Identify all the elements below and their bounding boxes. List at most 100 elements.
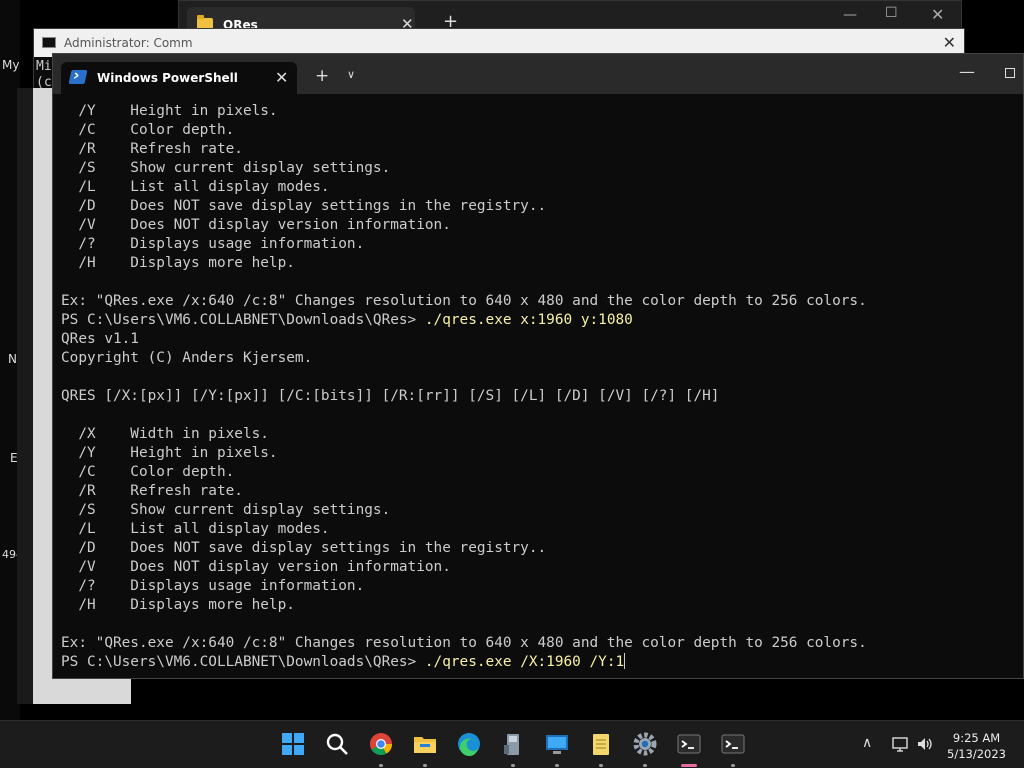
search-icon[interactable] [324, 731, 350, 757]
console-line: /C Color depth. [61, 121, 1015, 140]
command-text: ./qres.exe /X:1960 /Y:1 [424, 654, 625, 670]
console-text: Ex: "QRes.exe /x:640 /c:8" Changes resol… [61, 635, 867, 651]
admin-close-button[interactable]: ✕ [943, 33, 956, 52]
console-line: /Y Height in pixels. [61, 102, 1015, 121]
console-line: /S Show current display settings. [61, 159, 1015, 178]
prompt-line: PS C:\Users\VM6.COLLABNET\Downloads\QRes… [61, 311, 1015, 330]
console-line: /Y Height in pixels. [61, 444, 1015, 463]
minimize-button[interactable]: — [843, 7, 857, 23]
powershell-window[interactable]: Windows PowerShell ✕ + ∨ — /Y Height in … [52, 53, 1024, 679]
terminal-icon[interactable] [720, 731, 746, 757]
cmd-icon [42, 37, 56, 48]
console-text: QRes v1.1 [61, 331, 139, 347]
chevron-down-icon[interactable]: ∨ [347, 68, 355, 81]
clock-time: 9:25 AM [952, 731, 1001, 745]
console-line: QRes v1.1 [61, 330, 1015, 349]
console-line: /C Color depth. [61, 463, 1015, 482]
console-line: Ex: "QRes.exe /x:640 /c:8" Changes resol… [61, 292, 1015, 311]
console-line: /R Refresh rate. [61, 140, 1015, 159]
console-text: /D Does NOT save display settings in the… [61, 198, 547, 214]
running-indicator [599, 764, 603, 767]
console-line: /V Does NOT display version information. [61, 558, 1015, 577]
active-indicator [681, 764, 697, 767]
clock-date: 5/13/2023 [947, 747, 1006, 761]
remote-desktop-icon[interactable] [544, 731, 570, 757]
console-line: /V Does NOT display version information. [61, 216, 1015, 235]
console-line: /D Does NOT save display settings in the… [61, 197, 1015, 216]
device-icon[interactable] [500, 731, 526, 757]
console-line: /L List all display modes. [61, 520, 1015, 539]
file-explorer-icon[interactable] [412, 731, 438, 757]
running-indicator [643, 764, 647, 767]
edge-icon[interactable] [456, 731, 482, 757]
console-line: /D Does NOT save display settings in the… [61, 539, 1015, 558]
console-text: /Y Height in pixels. [61, 103, 278, 119]
console-text: /V Does NOT display version information. [61, 559, 451, 575]
console-line: /? Displays usage information. [61, 235, 1015, 254]
taskbar: ∧ 9:25 AM 5/13/2023 [0, 720, 1024, 768]
new-tab-button[interactable]: + [315, 66, 329, 86]
desktop-icon-label: My [2, 58, 20, 72]
console-text: Ex: "QRes.exe /x:640 /c:8" Changes resol… [61, 293, 867, 309]
notepad-icon[interactable] [588, 731, 614, 757]
tab-windows-powershell[interactable]: Windows PowerShell ✕ [61, 62, 297, 94]
settings-icon[interactable] [632, 731, 658, 757]
minimize-button[interactable]: — [959, 62, 975, 81]
desktop-icon-label: N [8, 352, 17, 366]
console-text: QRES [/X:[px]] [/Y:[px]] [/C:[bits]] [/R… [61, 388, 720, 404]
console-text: Copyright (C) Anders Kjersem. [61, 350, 313, 366]
system-clock[interactable]: 9:25 AM 5/13/2023 [947, 730, 1006, 762]
console-text: /H Displays more help. [61, 255, 295, 271]
console-text: /X Width in pixels. [61, 426, 269, 442]
tray-overflow-chevron[interactable]: ∧ [862, 735, 872, 751]
maximize-button[interactable] [1005, 68, 1015, 78]
text-cursor [624, 653, 626, 669]
prompt-text: PS C:\Users\VM6.COLLABNET\Downloads\QRes… [61, 312, 425, 328]
maximize-button[interactable]: ☐ [885, 5, 898, 21]
console-line: /H Displays more help. [61, 596, 1015, 615]
console-text: /R Refresh rate. [61, 483, 243, 499]
prompt-line: PS C:\Users\VM6.COLLABNET\Downloads\QRes… [61, 653, 1015, 672]
console-text: /S Show current display settings. [61, 160, 391, 176]
running-indicator [511, 764, 515, 767]
network-icon[interactable] [892, 735, 910, 753]
terminal-icon[interactable] [676, 731, 702, 757]
windows-start-icon[interactable] [280, 731, 306, 757]
admin-console-line: Mi [36, 59, 52, 74]
console-text: /C Color depth. [61, 464, 235, 480]
console-line: Ex: "QRes.exe /x:640 /c:8" Changes resol… [61, 634, 1015, 653]
console-text: /L List all display modes. [61, 179, 330, 195]
console-text: /R Refresh rate. [61, 141, 243, 157]
console-text: /Y Height in pixels. [61, 445, 278, 461]
running-indicator [731, 764, 735, 767]
close-window-button[interactable]: ✕ [931, 5, 944, 24]
console-text: /C Color depth. [61, 122, 235, 138]
running-indicator [555, 764, 559, 767]
console-line: /L List all display modes. [61, 178, 1015, 197]
console-line: /R Refresh rate. [61, 482, 1015, 501]
command-text: ./qres.exe x:1960 y:1080 [424, 312, 633, 328]
console-line: Copyright (C) Anders Kjersem. [61, 349, 1015, 368]
console-text: /L List all display modes. [61, 521, 330, 537]
console-line: QRES [/X:[px]] [/Y:[px]] [/C:[bits]] [/R… [61, 387, 1015, 406]
admin-window-title: Administrator: Comm [64, 36, 193, 50]
close-tab-button[interactable]: ✕ [275, 68, 288, 87]
chrome-icon[interactable] [368, 731, 394, 757]
running-indicator [423, 764, 427, 767]
terminal-tab-bar[interactable]: Windows PowerShell ✕ + ∨ — [53, 54, 1023, 94]
console-text: /D Does NOT save display settings in the… [61, 540, 547, 556]
running-indicator [379, 764, 383, 767]
volume-icon[interactable] [916, 735, 934, 753]
tab-title: Windows PowerShell [97, 71, 238, 85]
prompt-text: PS C:\Users\VM6.COLLABNET\Downloads\QRes… [61, 654, 425, 670]
console-line: /X Width in pixels. [61, 425, 1015, 444]
console-line: /? Displays usage information. [61, 577, 1015, 596]
console-line: /S Show current display settings. [61, 501, 1015, 520]
terminal-output[interactable]: /Y Height in pixels. /C Color depth. /R … [61, 102, 1015, 678]
console-text: /H Displays more help. [61, 597, 295, 613]
console-text: /? Displays usage information. [61, 236, 365, 252]
